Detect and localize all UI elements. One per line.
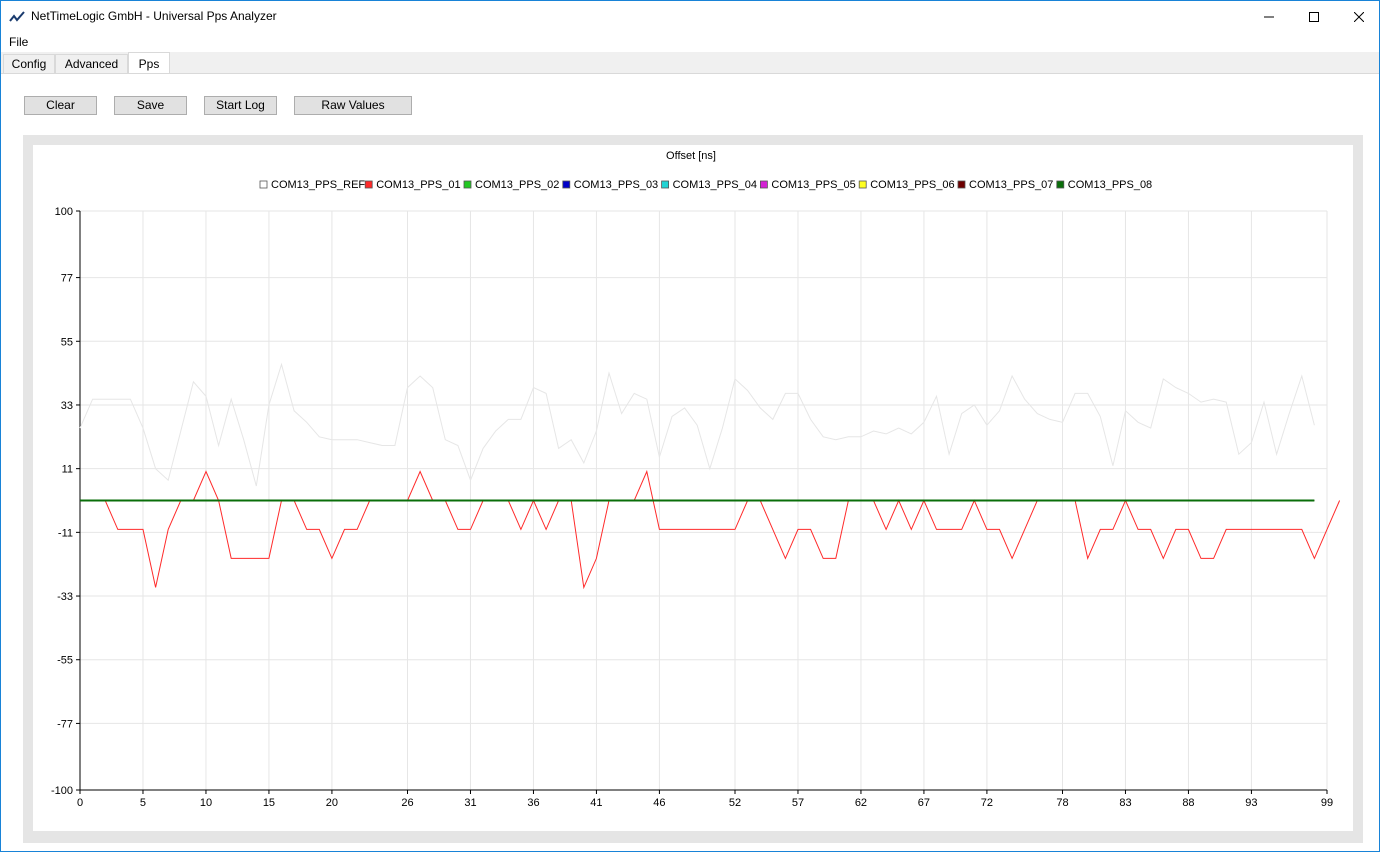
x-tick-label: 0 (77, 797, 83, 809)
legend-label: COM13_PPS_02 (475, 179, 559, 191)
legend-label: COM13_PPS_06 (870, 179, 954, 191)
chart-panel: Offset [ns] COM13_PPS_REF COM13_PPS_01 COM… (33, 145, 1353, 831)
x-tick-label: 5 (140, 797, 146, 809)
legend-entry: COM13_PPS_02 (463, 179, 559, 191)
y-tick-label: 33 (61, 400, 73, 412)
legend-entry: COM13_PPS_05 (760, 179, 856, 191)
title-bar[interactable]: NetTimeLogic GmbH - Universal Pps Analyz… (1, 1, 1379, 32)
legend-swatch (259, 180, 268, 189)
tab-config[interactable]: Config (3, 54, 55, 73)
app-window: NetTimeLogic GmbH - Universal Pps Analyz… (0, 0, 1380, 852)
minimize-icon (1264, 16, 1274, 17)
legend-label: COM13_PPS_01 (376, 179, 460, 191)
y-tick-label: -77 (57, 718, 73, 730)
tab-strip: Config Advanced Pps (1, 52, 1379, 74)
pps-tab-page: Clear Save Start Log Raw Values Offset [… (1, 73, 1379, 851)
chart-legend: COM13_PPS_REF COM13_PPS_01 COM13_PPS_02 COM… (259, 179, 1152, 191)
clear-button[interactable]: Clear (24, 96, 97, 115)
legend-label: COM13_PPS_05 (771, 179, 855, 191)
legend-label: COM13_PPS_03 (574, 179, 658, 191)
legend-swatch (364, 180, 373, 189)
maximize-button[interactable] (1291, 1, 1337, 32)
legend-swatch (562, 180, 571, 189)
y-tick-label: -100 (51, 785, 73, 797)
raw-values-button[interactable]: Raw Values (294, 96, 412, 115)
x-tick-label: 20 (326, 797, 338, 809)
maximize-icon (1309, 11, 1319, 22)
close-button[interactable] (1336, 1, 1382, 32)
x-tick-label: 36 (527, 797, 539, 809)
y-tick-label: 77 (61, 273, 73, 285)
legend-label: COM13_PPS_08 (1068, 179, 1152, 191)
chart-frame: Offset [ns] COM13_PPS_REF COM13_PPS_01 COM… (23, 135, 1363, 843)
series-line-com13-pps-ref (79, 362, 1315, 487)
legend-swatch (957, 180, 966, 189)
tab-advanced[interactable]: Advanced (55, 54, 128, 73)
x-tick-label: 41 (590, 797, 602, 809)
x-tick-label: 88 (1182, 797, 1194, 809)
x-tick-label: 93 (1245, 797, 1257, 809)
save-button[interactable]: Save (114, 96, 187, 115)
menu-bar: File (1, 32, 1379, 52)
minimize-button[interactable] (1246, 1, 1292, 32)
legend-entry: COM13_PPS_04 (661, 179, 757, 191)
legend-swatch (760, 180, 768, 189)
legend-entry: COM13_PPS_03 (562, 179, 658, 191)
tab-pps[interactable]: Pps (128, 52, 170, 74)
legend-entry: COM13_PPS_REF (259, 179, 365, 191)
offset-chart[interactable]: Offset [ns] COM13_PPS_REF COM13_PPS_01 COM… (33, 145, 1353, 831)
x-tick-label: 99 (1321, 797, 1333, 809)
x-tick-label: 72 (981, 797, 993, 809)
x-tick-label: 46 (653, 797, 665, 809)
y-tick-label: 100 (55, 206, 73, 218)
legend-swatch (661, 180, 669, 189)
app-logo-icon (9, 11, 25, 22)
legend-swatch (463, 180, 472, 189)
close-icon (1354, 11, 1364, 22)
x-tick-label: 57 (792, 797, 804, 809)
legend-swatch (858, 180, 867, 189)
legend-entry: COM13_PPS_08 (1056, 179, 1152, 191)
x-tick-label: 52 (729, 797, 741, 809)
legend-label: COM13_PPS_04 (673, 179, 757, 191)
start-log-button[interactable]: Start Log (204, 96, 277, 115)
menu-file[interactable]: File (9, 35, 28, 49)
x-tick-label: 62 (855, 797, 867, 809)
x-tick-label: 15 (263, 797, 275, 809)
x-tick-label: 78 (1056, 797, 1068, 809)
chart-title: Offset [ns] (666, 150, 716, 162)
legend-label: COM13_PPS_REF (271, 179, 365, 191)
x-tick-label: 26 (401, 797, 413, 809)
legend-entry: COM13_PPS_07 (957, 179, 1053, 191)
chart-axes: 100 77 55 33 11 -11 -33 -55 -77 -100 0 5 10 15 20 26 31 3… (51, 206, 1333, 809)
legend-entry: COM13_PPS_01 (364, 179, 461, 191)
x-tick-label: 67 (918, 797, 930, 809)
legend-swatch (1056, 180, 1065, 189)
y-tick-label: 55 (61, 336, 73, 348)
y-tick-label: -11 (58, 527, 73, 539)
legend-entry: COM13_PPS_06 (858, 179, 955, 191)
x-tick-label: 10 (200, 797, 212, 809)
x-tick-label: 83 (1119, 797, 1131, 809)
x-tick-label: 31 (464, 797, 476, 809)
y-tick-label: -55 (57, 655, 73, 667)
y-tick-label: 11 (62, 464, 73, 476)
y-tick-label: -33 (57, 591, 73, 603)
legend-label: COM13_PPS_07 (969, 179, 1053, 191)
window-title: NetTimeLogic GmbH - Universal Pps Analyz… (31, 9, 277, 23)
